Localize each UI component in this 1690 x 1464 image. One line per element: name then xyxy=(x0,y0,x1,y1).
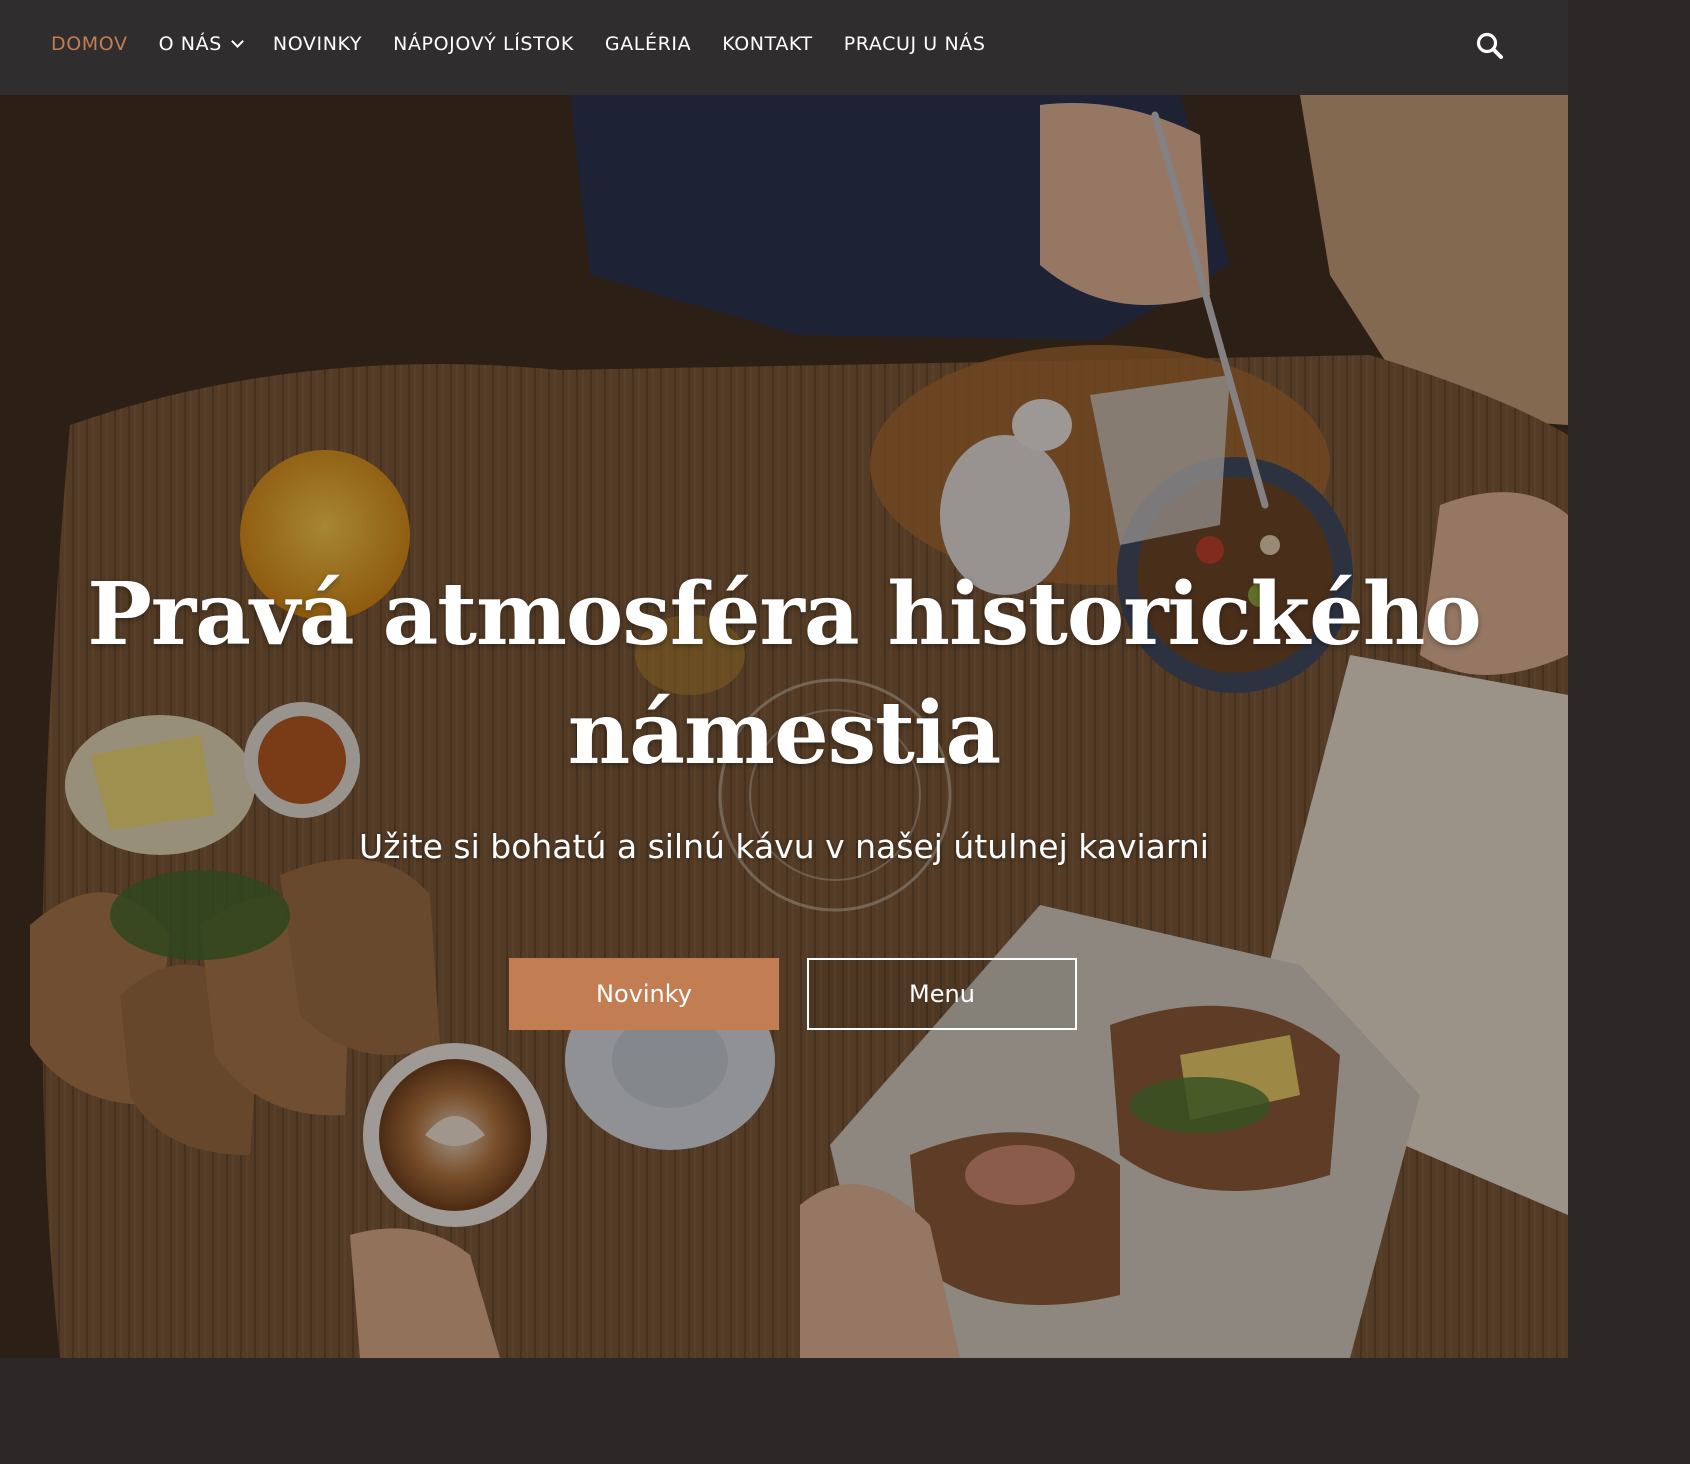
nav-item-novinky[interactable]: NOVINKY xyxy=(273,33,362,55)
nav-item-label: NÁPOJOVÝ LÍSTOK xyxy=(393,33,574,55)
nav-item-label: GALÉRIA xyxy=(604,33,692,55)
search-icon xyxy=(1476,32,1503,59)
search-button[interactable] xyxy=(1474,30,1506,62)
top-navbar: DOMOV O NÁS NOVINKY NÁPOJOVÝ LÍSTOK GALÉ… xyxy=(0,0,1568,95)
nav-item-label: NOVINKY xyxy=(272,33,363,55)
main-menu: DOMOV O NÁS NOVINKY NÁPOJOVÝ LÍSTOK GALÉ… xyxy=(51,0,1017,88)
nav-item-galeria[interactable]: GALÉRIA xyxy=(605,33,691,55)
nav-item-label: O NÁS xyxy=(158,33,222,55)
nav-item-pracuj-u-nas[interactable]: PRACUJ U NÁS xyxy=(844,33,986,55)
page: DOMOV O NÁS NOVINKY NÁPOJOVÝ LÍSTOK GALÉ… xyxy=(0,0,1568,1358)
chevron-down-icon xyxy=(231,35,244,48)
nav-item-domov[interactable]: DOMOV xyxy=(51,33,128,55)
hero-section: Pravá atmosféra historického námestia Už… xyxy=(0,95,1568,1358)
novinky-button[interactable]: Novinky xyxy=(509,958,779,1030)
nav-item-label: DOMOV xyxy=(51,33,128,55)
hero-title: Pravá atmosféra historického námestia xyxy=(87,564,1481,784)
nav-item-label: KONTAKT xyxy=(722,33,813,55)
hero-content: Pravá atmosféra historického námestia Už… xyxy=(0,95,1568,1358)
hero-subtitle: Užite si bohatú a silnú kávu v našej útu… xyxy=(359,827,1209,866)
nav-item-napojovy-listok[interactable]: NÁPOJOVÝ LÍSTOK xyxy=(393,33,574,55)
nav-item-o-nas[interactable]: O NÁS xyxy=(158,33,244,55)
nav-item-label: PRACUJ U NÁS xyxy=(843,33,986,55)
menu-button[interactable]: Menu xyxy=(807,958,1077,1030)
nav-item-kontakt[interactable]: KONTAKT xyxy=(722,33,813,55)
